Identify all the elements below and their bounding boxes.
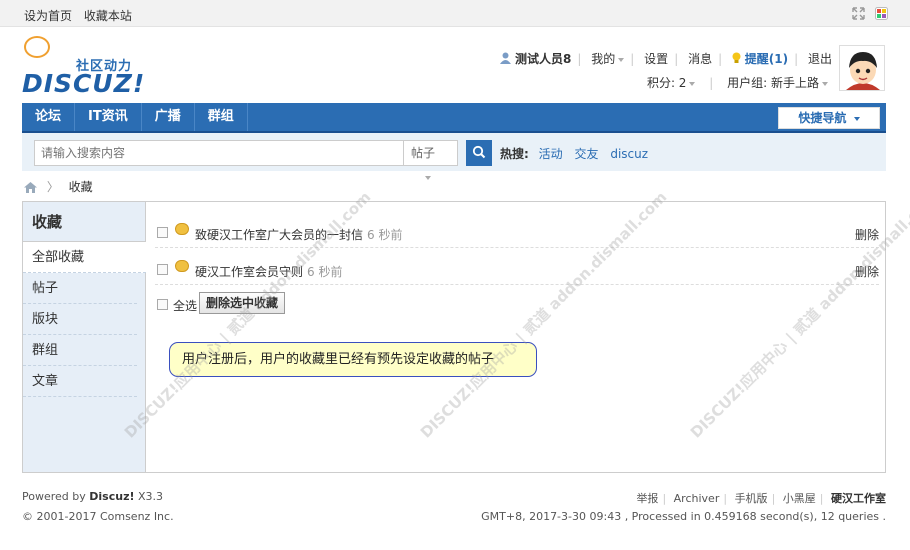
nav-item-it-news[interactable]: IT资讯 (75, 103, 142, 131)
thread-bubble-icon (175, 223, 189, 235)
select-all-checkbox[interactable] (157, 299, 168, 310)
avatar-image (840, 46, 884, 90)
expand-icon[interactable] (852, 7, 865, 20)
hot-search-label: 热搜: (500, 147, 529, 161)
search-icon (472, 145, 486, 158)
sidebar-menu: 全部收藏 帖子 版块 群组 文章 (23, 242, 146, 397)
breadcrumb: 〉 收藏 (24, 178, 93, 195)
avatar[interactable] (839, 45, 885, 91)
footer-link-mobile[interactable]: 手机版 (735, 492, 768, 505)
favorite-title[interactable]: 硬汉工作室会员守则 6 秒前 (195, 263, 342, 280)
annotation-callout: 用户注册后，用户的收藏里已经有预先设定收藏的帖子 (169, 342, 537, 377)
sidebar-item-threads[interactable]: 帖子 (23, 273, 137, 304)
top-right-icons (846, 6, 888, 20)
nav-item-broadcast[interactable]: 广播 (142, 103, 195, 131)
usergroup-label: 用户组: 新手上路 (727, 76, 819, 90)
favorite-title-text: 硬汉工作室会员守则 (195, 265, 304, 279)
mine-menu[interactable]: 我的 (591, 52, 625, 66)
sidebar-item-articles[interactable]: 文章 (23, 366, 137, 397)
item-checkbox[interactable] (157, 227, 168, 238)
search-bar: 帖子 热搜: 活动 交友 discuz (22, 133, 886, 180)
sidebar-item-all[interactable]: 全部收藏 (23, 242, 146, 273)
chevron-down-icon (853, 116, 860, 121)
style-palette-icon[interactable] (875, 7, 888, 20)
logo-wordmark: DISCUZ! (22, 69, 146, 98)
breadcrumb-current: 收藏 (68, 180, 93, 194)
footer-link-blackroom[interactable]: 小黑屋 (783, 492, 816, 505)
user-icon (500, 52, 512, 64)
delete-link[interactable]: 删除 (855, 226, 879, 243)
logout-link[interactable]: 退出 (808, 52, 832, 66)
chevron-down-icon (822, 81, 828, 86)
copyright: © 2001-2017 Comsenz Inc. (22, 510, 174, 523)
list-item: 硬汉工作室会员守则 6 秒前 删除 (155, 251, 879, 285)
nav-item-forum[interactable]: 论坛 (22, 103, 76, 131)
powered-brand[interactable]: Discuz! (89, 490, 134, 503)
breadcrumb-separator: 〉 (46, 180, 59, 194)
home-icon[interactable] (24, 182, 37, 193)
footer-studio-link[interactable]: 硬汉工作室 (831, 492, 886, 505)
quick-nav-label: 快捷导航 (798, 111, 847, 125)
powered-version: X3.3 (138, 490, 164, 503)
favorite-title[interactable]: 致硬汉工作室广大会员的一封信 6 秒前 (195, 226, 402, 243)
set-home-link[interactable]: 设为首页 (24, 9, 72, 23)
hot-search-item[interactable]: discuz (610, 147, 648, 161)
chevron-down-icon (689, 81, 696, 86)
username-link[interactable]: 测试人员8 (515, 52, 571, 66)
top-links: 设为首页 收藏本站 (24, 7, 140, 24)
powered-prefix: Powered by (22, 490, 86, 503)
item-checkbox[interactable] (157, 264, 168, 275)
main-nav: 论坛 IT资讯 广播 群组 快捷导航 (22, 103, 886, 133)
messages-link[interactable]: 消息 (688, 52, 712, 66)
delete-link[interactable]: 删除 (855, 263, 879, 280)
favorite-title-text: 致硬汉工作室广大会员的一封信 (195, 228, 364, 242)
footer-stats: GMT+8, 2017-3-30 09:43 , Processed in 0.… (481, 510, 886, 523)
hot-search-item[interactable]: 交友 (574, 147, 598, 161)
delete-selected-button[interactable]: 删除选中收藏 (199, 292, 285, 314)
sidebar-title: 收藏 (23, 202, 145, 242)
hot-search-item[interactable]: 活动 (539, 147, 563, 161)
remind-link[interactable]: 提醒(1) (745, 52, 788, 66)
favorites-list: 致硬汉工作室广大会员的一封信 6 秒前 删除 硬汉工作室会员守则 6 秒前 删除 全… (147, 202, 885, 472)
chevron-down-icon (618, 57, 625, 62)
mine-label: 我的 (591, 52, 616, 66)
search-type-select[interactable]: 帖子 (404, 140, 458, 180)
select-all-label[interactable]: 全选 (173, 297, 197, 314)
sidebar: 收藏 全部收藏 帖子 版块 群组 文章 (23, 202, 146, 472)
search-button[interactable] (466, 140, 492, 166)
thread-bubble-icon (175, 260, 189, 272)
quick-nav-button[interactable]: 快捷导航 (778, 107, 880, 129)
top-bar: 设为首页 收藏本站 (0, 0, 910, 27)
search-type-label: 帖子 (411, 146, 436, 160)
list-item: 致硬汉工作室广大会员的一封信 6 秒前 删除 (155, 214, 879, 248)
search-input[interactable] (34, 140, 404, 166)
lightbulb-icon (732, 52, 741, 63)
favorite-time: 6 秒前 (307, 265, 343, 279)
site-logo[interactable]: 社区动力 DISCUZ! (22, 36, 152, 98)
points-label: 积分: 2 (646, 76, 687, 90)
sidebar-item-groups[interactable]: 群组 (23, 335, 137, 366)
points-menu[interactable]: 积分: 2 (647, 76, 696, 90)
favorite-time: 6 秒前 (367, 228, 403, 242)
sidebar-item-forums[interactable]: 版块 (23, 304, 137, 335)
bookmark-link[interactable]: 收藏本站 (84, 9, 132, 23)
nav-item-groups[interactable]: 群组 (195, 103, 248, 131)
logo-bubble-icon (24, 36, 50, 58)
hot-searches: 热搜: 活动 交友 discuz (500, 145, 656, 162)
user-bar: 测试人员8 | 我的 | 设置 | 消息 | 提醒(1) | 退出 (500, 50, 832, 67)
favorites-panel: 收藏 全部收藏 帖子 版块 群组 文章 致硬汉工作室广大会员的一封信 6 秒前 删… (22, 188, 910, 473)
footer-link-report[interactable]: 举报 (636, 492, 658, 505)
usergroup-menu[interactable]: 用户组: 新手上路 (727, 76, 828, 90)
footer-links: 举报 | Archiver | 手机版 | 小黑屋 | 硬汉工作室 (636, 492, 886, 505)
user-stats: 积分: 2 | 用户组: 新手上路 (647, 74, 828, 91)
footer-link-archiver[interactable]: Archiver (674, 492, 720, 505)
powered-by: Powered by Discuz! X3.3 (22, 490, 163, 503)
chevron-down-icon (425, 175, 431, 180)
settings-link[interactable]: 设置 (644, 52, 668, 66)
